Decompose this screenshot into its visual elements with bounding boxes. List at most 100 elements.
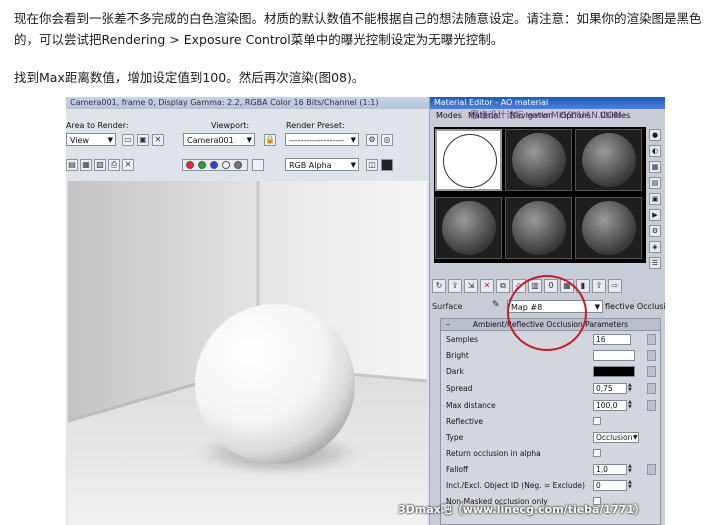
clear-icon[interactable]: ✕ — [122, 159, 134, 171]
copy-image-icon[interactable]: ▦ — [80, 159, 92, 171]
sample-sphere — [582, 201, 636, 255]
area-to-render-select[interactable]: View ▼ — [66, 133, 116, 146]
param-max-distance: Max distance 100,0 ▲ ▼ — [446, 400, 656, 412]
sample-slot-5[interactable] — [505, 197, 572, 259]
render-viewport — [68, 181, 427, 525]
reset-map-icon[interactable]: ✕ — [480, 279, 494, 293]
display-channel-select[interactable]: RGB Alpha ▼ — [285, 158, 359, 171]
falloff-field[interactable]: 1,0 — [593, 464, 627, 475]
green-channel-icon[interactable] — [198, 161, 206, 169]
bright-color-swatch[interactable] — [593, 350, 635, 361]
sample-slot-6[interactable] — [575, 197, 642, 259]
return-alpha-label: Return occlusion in alpha — [446, 449, 541, 458]
samples-field[interactable]: 16 — [593, 334, 631, 345]
map-type-label: flective Occlusion — [605, 302, 665, 311]
sample-slot-4[interactable] — [435, 197, 502, 259]
monochrome-icon[interactable] — [234, 161, 242, 169]
param-incl-excl: Incl./Excl. Object ID (Neg. = Exclude) 0… — [446, 480, 656, 492]
return-alpha-checkbox[interactable] — [593, 449, 601, 457]
render-window-title: Camera001, frame 0, Display Gamma: 2.2, … — [66, 97, 429, 109]
toggle-ui-icon[interactable]: ◫ — [366, 159, 378, 171]
spinner-icon[interactable]: ▲ ▼ — [628, 480, 633, 491]
article-paragraph-1: 现在你会看到一张差不多完成的白色渲染图。材质的默认数值不能根据自己的想法随意设定… — [14, 11, 702, 47]
menu-modes[interactable]: Modes — [436, 111, 462, 120]
swatch-white[interactable] — [252, 159, 264, 171]
param-reflective: Reflective — [446, 416, 656, 428]
render-preset-label: Render Preset: — [286, 121, 345, 130]
samples-map-button[interactable] — [647, 334, 656, 345]
sample-sphere — [512, 133, 566, 187]
site-watermark-top: 思缘设计论坛 www.MISSYUAN.COM — [470, 111, 622, 121]
dark-map-button[interactable] — [647, 366, 656, 377]
spinner-icon[interactable]: ▲ ▼ — [628, 383, 633, 394]
put-to-scene-icon[interactable]: ⇪ — [448, 279, 462, 293]
sample-sphere — [442, 201, 496, 255]
red-channel-icon[interactable] — [186, 161, 194, 169]
param-bright: Bright — [446, 350, 656, 362]
viewport-select[interactable]: Camera001 ▼ — [183, 133, 255, 146]
type-label: Type — [446, 433, 464, 442]
assign-material-icon[interactable]: ⇲ — [464, 279, 478, 293]
viewport-label: Viewport: — [211, 121, 250, 130]
max-distance-field[interactable]: 100,0 — [593, 400, 627, 411]
dark-color-swatch[interactable] — [593, 366, 635, 377]
render-setup-icon[interactable]: ⚙ — [366, 134, 378, 146]
spread-field[interactable]: 0,75 — [593, 383, 627, 394]
chevron-down-icon: ▼ — [350, 161, 356, 169]
sample-sphere — [582, 133, 636, 187]
reflective-checkbox[interactable] — [593, 417, 601, 425]
collapse-icon: – — [446, 320, 450, 329]
go-forward-sibling-icon[interactable]: ⇨ — [608, 279, 622, 293]
bright-map-button[interactable] — [647, 350, 656, 361]
falloff-map-button[interactable] — [647, 464, 656, 475]
uv-tiling-icon[interactable]: ▤ — [649, 177, 661, 189]
eyedropper-icon[interactable]: ✎ — [492, 300, 500, 310]
print-icon[interactable]: ⎙ — [108, 159, 120, 171]
render-frame-window: Camera001, frame 0, Display Gamma: 2.2, … — [66, 97, 430, 525]
incl-excl-label: Incl./Excl. Object ID (Neg. = Exclude) — [446, 481, 585, 490]
alpha-channel-icon[interactable] — [222, 161, 230, 169]
options-icon[interactable]: ⚙ — [649, 225, 661, 237]
go-to-parent-icon[interactable]: ⇧ — [592, 279, 606, 293]
spread-map-button[interactable] — [647, 383, 656, 394]
chevron-down-icon: ▼ — [107, 136, 113, 144]
sample-type-icon[interactable]: ● — [649, 129, 661, 141]
spinner-icon[interactable]: ▲ ▼ — [628, 400, 633, 411]
sample-sphere — [512, 201, 566, 255]
dark-label: Dark — [446, 367, 464, 376]
select-by-material-icon[interactable]: ◈ — [649, 241, 661, 253]
make-copy-icon[interactable]: ⧉ — [496, 279, 510, 293]
max-distance-label: Max distance — [446, 401, 496, 410]
rendered-scene — [68, 181, 427, 525]
edit-region-icon[interactable]: ▭ — [122, 134, 134, 146]
spinner-icon[interactable]: ▲ ▼ — [628, 464, 633, 475]
incl-excl-field[interactable]: 0 — [593, 480, 627, 491]
param-return-alpha: Return occlusion in alpha — [446, 448, 656, 460]
sample-slot-3[interactable] — [575, 129, 642, 191]
surface-label: Surface — [432, 302, 463, 311]
sample-slot-2[interactable] — [505, 129, 572, 191]
video-check-icon[interactable]: ▣ — [649, 193, 661, 205]
max-distance-map-button[interactable] — [647, 400, 656, 411]
render-preset-select[interactable]: ------------------- ▼ — [285, 133, 359, 146]
sample-sphere — [443, 134, 497, 188]
sample-slot-1[interactable] — [435, 129, 502, 191]
spread-label: Spread — [446, 384, 473, 393]
black-swatch-icon[interactable] — [381, 159, 393, 171]
save-image-icon[interactable]: ▤ — [66, 159, 78, 171]
lock-icon[interactable]: 🔒 — [264, 134, 276, 146]
environment-icon[interactable]: ◎ — [381, 134, 393, 146]
auto-region-icon[interactable]: ▣ — [137, 134, 149, 146]
make-preview-icon[interactable]: ▶ — [649, 209, 661, 221]
clone-window-icon[interactable]: ▧ — [94, 159, 106, 171]
chevron-down-icon: ▼ — [246, 136, 252, 144]
chevron-down-icon: ▼ — [633, 434, 638, 441]
background-icon[interactable]: ▦ — [649, 161, 661, 173]
param-dark: Dark — [446, 366, 656, 378]
param-falloff: Falloff 1,0 ▲ ▼ — [446, 464, 656, 476]
region-select-icon[interactable]: ✕ — [152, 134, 164, 146]
material-navigator-icon[interactable]: ☰ — [649, 257, 661, 269]
get-material-icon[interactable]: ↻ — [432, 279, 446, 293]
backlight-icon[interactable]: ◐ — [649, 145, 661, 157]
blue-channel-icon[interactable] — [210, 161, 218, 169]
